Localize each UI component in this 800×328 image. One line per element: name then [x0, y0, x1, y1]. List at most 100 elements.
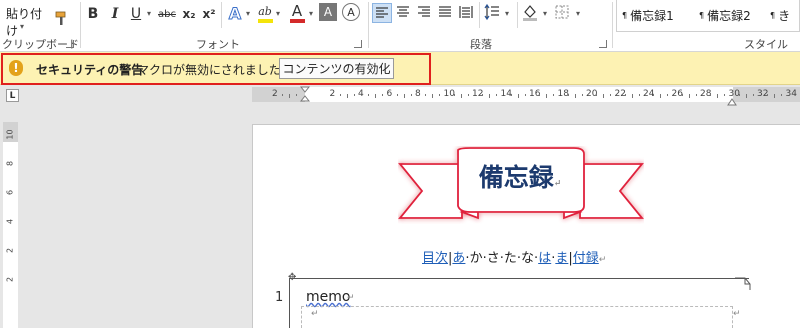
distribute-button[interactable] [457, 3, 477, 23]
h-ruler-tick-mark [695, 94, 697, 96]
v-ruler-tick-label: 10 [5, 129, 15, 140]
highlight-button[interactable]: ab [256, 1, 274, 21]
align-right-button[interactable] [415, 3, 435, 23]
h-ruler-tick-mark [517, 94, 519, 98]
h-ruler-tick-mark [745, 94, 747, 98]
h-ruler-tick-mark [717, 94, 719, 98]
return-mark-icon: ↵ [598, 255, 607, 265]
style-item-2-label: 備忘録2 [707, 8, 751, 23]
h-ruler-tick-mark [610, 94, 612, 96]
h-ruler-tick-mark [453, 94, 455, 96]
paste-dropdown-icon: ▾ [20, 22, 25, 31]
ribbon-divider [517, 2, 518, 28]
return-mark-icon: ↵ [553, 179, 562, 189]
align-center-icon [397, 6, 409, 17]
shading-dropdown-icon[interactable]: ▾ [543, 9, 547, 18]
h-ruler-tick-mark [546, 94, 548, 98]
h-ruler-tick-mark [574, 94, 576, 98]
document-title-text: 備忘録 [478, 163, 554, 192]
memo-label: memo [306, 289, 350, 305]
nav-link-a[interactable]: あ [452, 251, 465, 266]
h-ruler-tick-mark [767, 94, 769, 96]
style-item-1[interactable]: ¶ 備忘録1 [622, 4, 674, 26]
line-spacing-dropdown-icon[interactable]: ▾ [505, 9, 509, 18]
nav-link-ha[interactable]: は [538, 251, 551, 266]
h-ruler-tick-mark [738, 94, 740, 96]
paragraph-launcher-icon[interactable] [599, 40, 607, 48]
font-launcher-icon[interactable] [354, 40, 362, 48]
h-ruler-tick-mark [353, 94, 355, 96]
shading-button[interactable] [521, 3, 541, 23]
security-warning-message: マクロが無効にされました。 [137, 63, 293, 77]
style-dot-icon: ¶ [699, 10, 705, 20]
h-ruler-tick-mark [460, 94, 462, 98]
font-color-dropdown-icon[interactable]: ▾ [309, 9, 313, 18]
strikethrough-button[interactable]: abc [156, 4, 178, 24]
h-ruler-tick-mark [724, 94, 726, 96]
h-ruler-tick-mark [581, 94, 583, 96]
h-ruler-tick-label: 6 [386, 89, 393, 99]
warning-icon: ! [9, 60, 23, 76]
text-effect-dropdown-icon[interactable]: ▾ [246, 9, 250, 18]
format-painter-icon[interactable] [54, 10, 70, 26]
first-line-indent-marker[interactable] [299, 86, 311, 105]
right-indent-marker[interactable] [727, 95, 737, 109]
v-ruler-tick-label: 8 [5, 160, 15, 167]
nav-link-appendix[interactable]: 付録 [573, 251, 599, 266]
subscript-button[interactable]: x₂ [180, 4, 198, 24]
return-mark-icon: ↵ [733, 309, 741, 319]
h-ruler-tick-mark [774, 94, 776, 98]
v-ruler-tick-label: 4 [5, 218, 15, 225]
font-color-button[interactable]: A [288, 1, 306, 21]
h-ruler-tick-mark [396, 94, 398, 96]
tab-selector[interactable]: L [6, 89, 19, 102]
underline-label: U [130, 6, 142, 22]
nav-text-sa: さ [486, 251, 500, 266]
h-ruler-tick-mark [368, 94, 370, 96]
underline-dropdown-icon[interactable]: ▾ [147, 9, 151, 18]
document-title: 備忘録↵ [470, 158, 570, 194]
clipboard-launcher-icon[interactable] [66, 40, 74, 48]
h-ruler-tick-mark [432, 94, 434, 98]
enclosed-char-button[interactable]: A [342, 3, 360, 21]
ribbon-divider [479, 2, 480, 28]
bold-button[interactable]: B [84, 4, 102, 24]
nav-link-toc[interactable]: 目次 [422, 251, 448, 266]
ribbon-divider [368, 2, 369, 48]
h-ruler-tick-mark [624, 94, 626, 96]
style-item-3[interactable]: ¶ き [770, 4, 790, 26]
justify-button[interactable] [436, 3, 456, 23]
superscript-button[interactable]: x² [200, 4, 218, 24]
highlight-dropdown-icon[interactable]: ▾ [276, 9, 280, 18]
line-spacing-icon [484, 3, 499, 21]
underline-button[interactable]: U [127, 4, 145, 24]
text-effect-button[interactable]: A [226, 3, 244, 23]
enable-content-button[interactable]: コンテンツの有効化 [279, 58, 394, 79]
enable-content-label: コンテンツの有効化 [282, 62, 391, 76]
memo-content-area[interactable] [301, 306, 733, 328]
h-ruler-tick-label: 8 [415, 89, 421, 99]
h-ruler-tick-mark [781, 94, 783, 96]
h-ruler-tick-mark [524, 94, 526, 96]
line-number: 1 [275, 290, 284, 305]
borders-dropdown-icon[interactable]: ▾ [576, 9, 580, 18]
h-ruler-tick-mark [482, 94, 484, 96]
align-center-button[interactable] [394, 3, 414, 23]
clear-format-button[interactable]: A [319, 3, 337, 21]
text-effect-label: A [228, 3, 242, 23]
borders-button[interactable] [553, 3, 573, 23]
nav-link-ma[interactable]: ま [555, 251, 568, 266]
style-item-2[interactable]: ¶ 備忘録2 [699, 4, 751, 26]
paste-button[interactable]: 貼り付け ▾ [2, 0, 50, 38]
line-spacing-button[interactable] [483, 3, 503, 23]
h-ruler-tick-label: 34 [785, 89, 797, 99]
group-label-font: フォント [196, 38, 240, 51]
shading-icon [523, 5, 537, 21]
h-ruler-tick-mark [289, 94, 291, 98]
h-ruler-tick-mark [296, 94, 298, 96]
align-left-button[interactable] [372, 3, 392, 23]
distribute-icon [459, 6, 473, 18]
h-ruler-tick-mark [510, 94, 512, 96]
italic-button[interactable]: I [106, 4, 124, 24]
h-ruler-tick-mark [653, 94, 655, 96]
